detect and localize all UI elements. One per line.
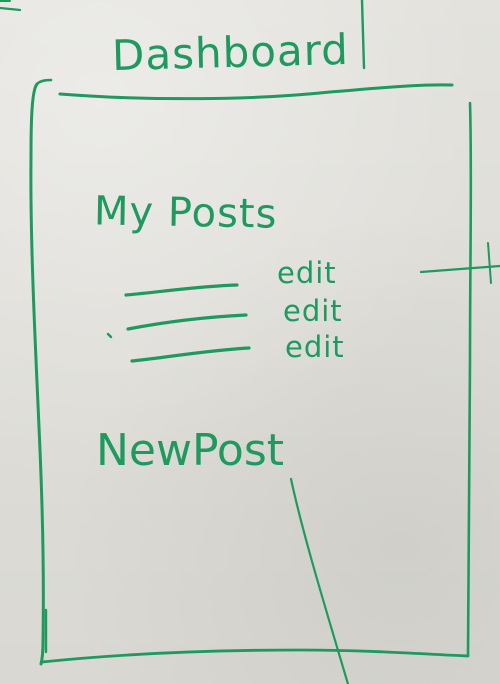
page-title: Dashboard xyxy=(111,24,350,81)
new-post-button[interactable]: NewPost xyxy=(96,425,284,476)
post-title-line xyxy=(130,346,251,363)
page-frame-left xyxy=(29,82,45,666)
post-title-line xyxy=(126,313,248,331)
page-frame-top xyxy=(58,83,454,101)
wireframe-sketch xyxy=(0,0,500,684)
annotation-line xyxy=(487,242,492,284)
page-frame-bottom xyxy=(40,648,470,664)
title-tick xyxy=(360,0,366,70)
corner-mark xyxy=(0,6,22,12)
stray-mark xyxy=(106,332,113,339)
my-posts-heading: My Posts xyxy=(93,188,278,238)
annotation-line xyxy=(419,264,500,274)
annotation-line xyxy=(289,477,350,684)
page-frame-right xyxy=(466,101,473,657)
edit-post-link[interactable]: edit xyxy=(277,256,337,290)
edit-post-link[interactable]: edit xyxy=(285,330,345,364)
post-title-line xyxy=(124,283,239,297)
page-frame-top-left xyxy=(35,78,53,86)
edit-post-link[interactable]: edit xyxy=(283,294,343,328)
